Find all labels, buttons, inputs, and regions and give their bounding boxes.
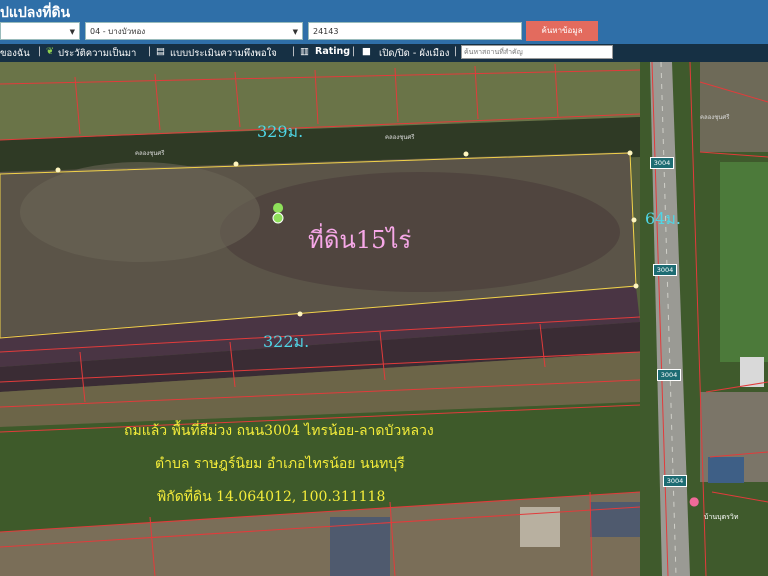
- province-select[interactable]: ▼: [0, 22, 80, 40]
- canal-label: คลองชุนศรี: [700, 114, 730, 121]
- toolbar-item-history[interactable]: ประวัติความเป็นมา: [58, 46, 136, 61]
- place-search-input[interactable]: ค้นหาสถานที่สำคัญ: [461, 45, 613, 59]
- district-select-value: 04 - บางบัวทอง: [90, 27, 146, 36]
- chevron-down-icon: ▼: [292, 28, 298, 36]
- parcel-number-value: 24143: [313, 27, 339, 36]
- parcel-number-input[interactable]: 24143: [308, 22, 522, 40]
- map-pin-icon[interactable]: ●: [689, 494, 699, 508]
- toolbar-item-survey[interactable]: แบบประเมินความพึงพอใจ: [170, 46, 277, 61]
- poi-label: บ้านบุตรวิท: [704, 513, 739, 521]
- description-line-2: ตำบล ราษฎร์นิยม อำเภอไทรน้อย นนทบุรี: [155, 456, 405, 472]
- sprout-icon: ❦: [46, 46, 54, 57]
- description-line-1: ถมแล้ว พื้นที่สีม่วง ถนน3004 ไทรน้อย-ลาด…: [124, 423, 434, 439]
- canal-label: คลองชุนศรี: [135, 150, 165, 157]
- canal-label: คลองชุนศรี: [385, 134, 415, 141]
- search-button[interactable]: ค้นหาข้อมูล: [526, 21, 598, 41]
- toolbar-separator: |: [38, 46, 42, 57]
- toolbar: ของฉัน | ❦ ประวัติความเป็นมา | ▤ แบบประเ…: [0, 44, 768, 62]
- district-select[interactable]: 04 - บางบัวทอง ▼: [85, 22, 303, 40]
- page-title: ปแปลงที่ดิน: [0, 5, 71, 21]
- road-number-badge: 3004: [657, 369, 681, 381]
- plot-area-label: ที่ดิน15ไร่: [308, 226, 412, 254]
- road-number-badge: 3004: [653, 264, 677, 276]
- bottom-length-label: 322ม.: [263, 332, 310, 351]
- toolbar-item-rating[interactable]: Rating: [315, 46, 350, 57]
- toolbar-separator: |: [148, 46, 152, 57]
- chart-icon: ▥: [300, 46, 309, 57]
- satellite-map[interactable]: 329ม. 322ม. 64ม. ที่ดิน15ไร่ คลองชุนศรี …: [0, 62, 768, 576]
- toolbar-separator: |: [292, 46, 296, 57]
- toolbar-separator: |: [352, 46, 356, 57]
- top-length-label: 329ม.: [257, 122, 304, 141]
- side-length-label: 64ม.: [645, 209, 681, 228]
- top-header: ปแปลงที่ดิน ▼ 04 - บางบัวทอง ▼ 24143 ค้น…: [0, 0, 768, 44]
- toolbar-item-my[interactable]: ของฉัน: [0, 46, 30, 61]
- toolbar-separator: |: [454, 46, 458, 57]
- chevron-down-icon: ▼: [69, 28, 75, 36]
- description-line-3: พิกัดที่ดิน 14.064012, 100.311118: [157, 489, 386, 505]
- road-number-badge: 3004: [663, 475, 687, 487]
- road-number-badge: 3004: [650, 157, 674, 169]
- document-icon: ▤: [156, 46, 165, 57]
- checkbox-icon[interactable]: ■: [362, 46, 371, 57]
- toolbar-item-zoning-toggle[interactable]: เปิด/ปิด - ผังเมือง: [379, 46, 449, 61]
